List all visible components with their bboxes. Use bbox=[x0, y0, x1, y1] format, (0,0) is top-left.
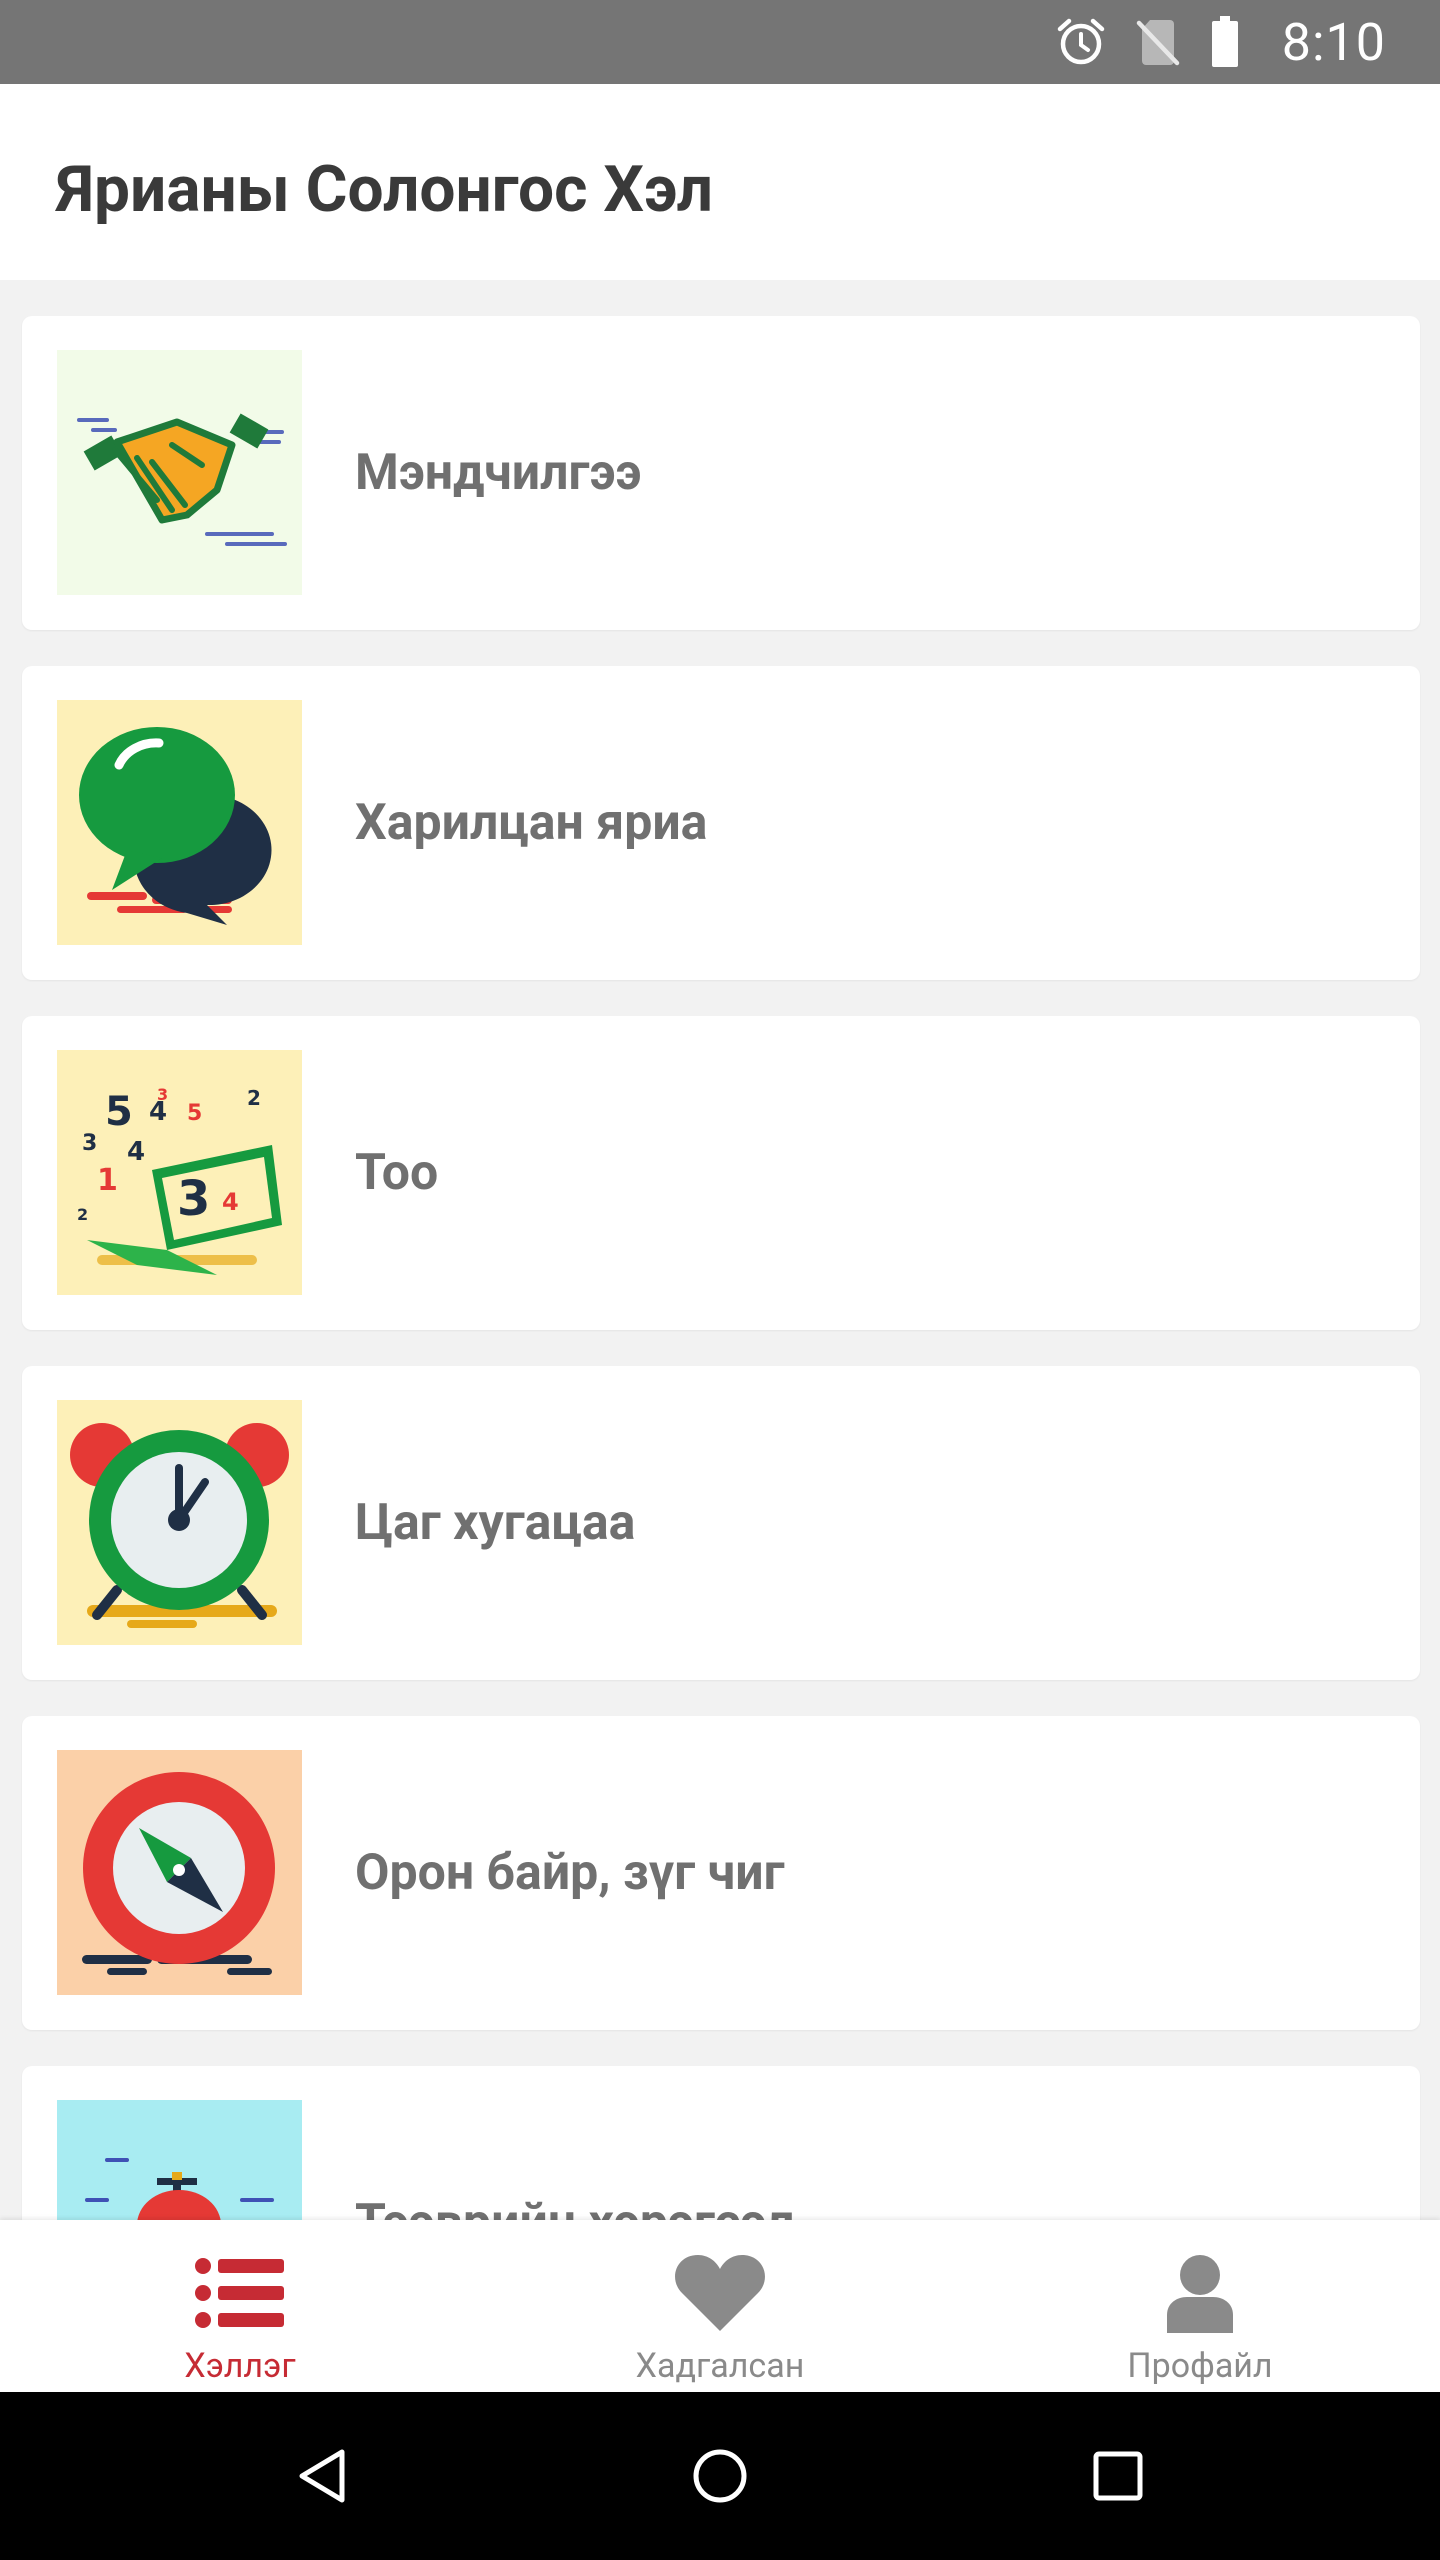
svg-text:4: 4 bbox=[127, 1137, 145, 1167]
heart-icon bbox=[672, 2250, 768, 2336]
handshake-icon bbox=[57, 350, 302, 595]
svg-text:1: 1 bbox=[97, 1163, 118, 1198]
person-icon bbox=[1152, 2250, 1248, 2336]
list-item-conversation[interactable]: Харилцан яриа bbox=[22, 666, 1420, 980]
home-icon[interactable] bbox=[680, 2436, 760, 2516]
status-time: 8:10 bbox=[1281, 11, 1386, 73]
no-sim-icon bbox=[1136, 17, 1180, 67]
list-item-greetings[interactable]: Мэндчилгээ bbox=[22, 316, 1420, 630]
list-item-time[interactable]: Цаг хугацаа bbox=[22, 1366, 1420, 1680]
list-item-label: Мэндчилгээ bbox=[355, 444, 642, 502]
numbers-laptop-icon: 5 4 5 2 3 4 1 3 4 2 3 bbox=[57, 1050, 302, 1295]
svg-text:2: 2 bbox=[247, 1086, 261, 1110]
list-item-directions[interactable]: Орон байр, зүг чиг bbox=[22, 1716, 1420, 2030]
list-icon bbox=[192, 2250, 288, 2336]
list-item-label: Харилцан яриа bbox=[355, 794, 708, 852]
compass-icon bbox=[57, 1750, 302, 1995]
screen: 8:10 Ярианы Солонгос Хэл Мэндчилгээ Хари… bbox=[0, 0, 1440, 2560]
battery-icon bbox=[1210, 16, 1240, 68]
transport-icon bbox=[57, 2100, 302, 2220]
svg-text:3: 3 bbox=[177, 1171, 210, 1227]
app-bar: Ярианы Солонгос Хэл bbox=[0, 84, 1440, 280]
svg-text:3: 3 bbox=[157, 1085, 168, 1104]
nav-item-saved[interactable]: Хадгалсан bbox=[480, 2220, 960, 2392]
list-item-numbers[interactable]: 5 4 5 2 3 4 1 3 4 2 3 Тоо bbox=[22, 1016, 1420, 1330]
list-item-label: Орон байр, зүг чиг bbox=[355, 1844, 785, 1902]
list-item-label: Тоо bbox=[355, 1144, 439, 1202]
svg-text:4: 4 bbox=[222, 1188, 239, 1216]
back-icon[interactable] bbox=[282, 2436, 362, 2516]
svg-text:2: 2 bbox=[77, 1205, 88, 1224]
nav-label: Хадгалсан bbox=[635, 2346, 805, 2386]
list-item-transport[interactable]: Тээврийн хэрэгсэл bbox=[22, 2066, 1420, 2220]
alarm-icon bbox=[1056, 17, 1106, 67]
svg-text:5: 5 bbox=[105, 1089, 133, 1135]
category-list[interactable]: Мэндчилгээ Харилцан яриа 5 4 5 2 3 4 1 3… bbox=[0, 280, 1440, 2220]
alarm-clock-icon bbox=[57, 1400, 302, 1645]
system-nav-bar bbox=[0, 2392, 1440, 2560]
list-item-label: Цаг хугацаа bbox=[355, 1494, 636, 1552]
recents-icon[interactable] bbox=[1078, 2436, 1158, 2516]
nav-item-phrases[interactable]: Хэллэг bbox=[0, 2220, 480, 2392]
nav-label: Хэллэг bbox=[184, 2346, 296, 2386]
page-title: Ярианы Солонгос Хэл bbox=[56, 152, 714, 227]
svg-text:3: 3 bbox=[82, 1131, 97, 1156]
list-item-label: Тээврийн хэрэгсэл bbox=[355, 2066, 794, 2220]
chat-bubbles-icon bbox=[57, 700, 302, 945]
svg-text:5: 5 bbox=[187, 1101, 202, 1126]
nav-item-profile[interactable]: Профайл bbox=[960, 2220, 1440, 2392]
bottom-nav: Хэллэг Хадгалсан Профайл bbox=[0, 2220, 1440, 2392]
nav-label: Профайл bbox=[1127, 2346, 1273, 2386]
status-icons: 8:10 bbox=[1056, 0, 1386, 84]
status-bar: 8:10 bbox=[0, 0, 1440, 84]
